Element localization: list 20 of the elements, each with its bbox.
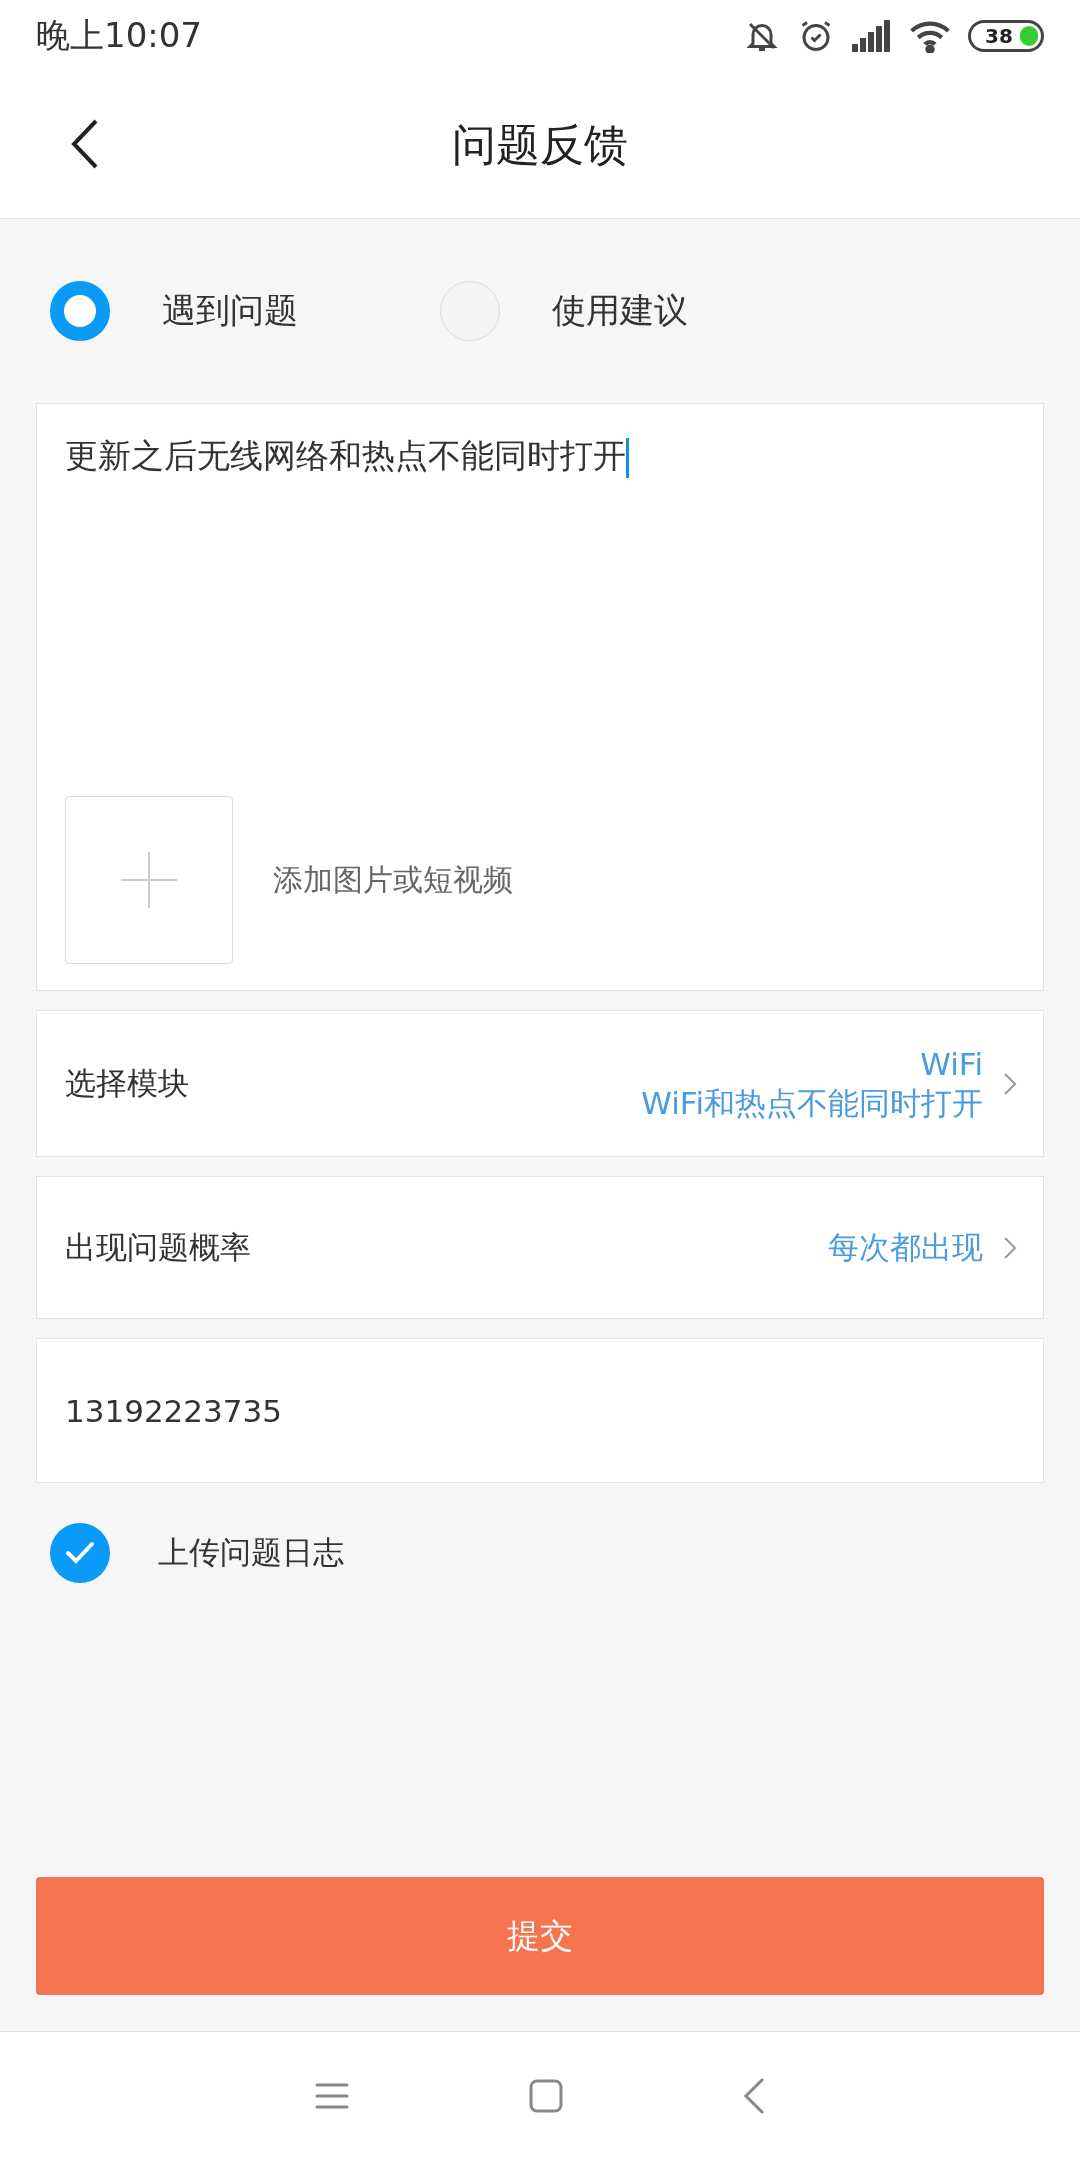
plus-icon xyxy=(121,852,177,908)
menu-icon[interactable] xyxy=(315,2082,349,2110)
page-title: 问题反馈 xyxy=(452,117,628,172)
status-time: 晚上10:07 xyxy=(36,14,202,57)
feedback-type-option[interactable]: 使用建议 xyxy=(426,281,816,341)
upload-log-checkbox[interactable]: 上传问题日志 xyxy=(36,1483,344,1623)
wifi-icon xyxy=(910,19,950,53)
contact-field[interactable]: 13192223735 xyxy=(36,1338,1044,1483)
checkmark-icon xyxy=(65,1541,95,1565)
description-field[interactable]: 更新之后无线网络和热点不能同时打开 xyxy=(65,434,1015,479)
battery-icon: 38 xyxy=(968,20,1044,52)
home-icon[interactable] xyxy=(529,2079,563,2113)
back-icon[interactable] xyxy=(743,2078,765,2114)
chevron-right-icon xyxy=(1003,1235,1017,1260)
module-selector[interactable]: 选择模块 WiFi WiFi和热点不能同时打开 xyxy=(36,1010,1044,1157)
feedback-type-option[interactable]: 遇到问题 xyxy=(36,281,426,341)
frequency-selector[interactable]: 出现问题概率 每次都出现 xyxy=(36,1176,1044,1319)
signal-icon xyxy=(852,20,892,52)
chevron-right-icon xyxy=(1003,1071,1017,1096)
add-media-label: 添加图片或短视频 xyxy=(273,860,513,899)
